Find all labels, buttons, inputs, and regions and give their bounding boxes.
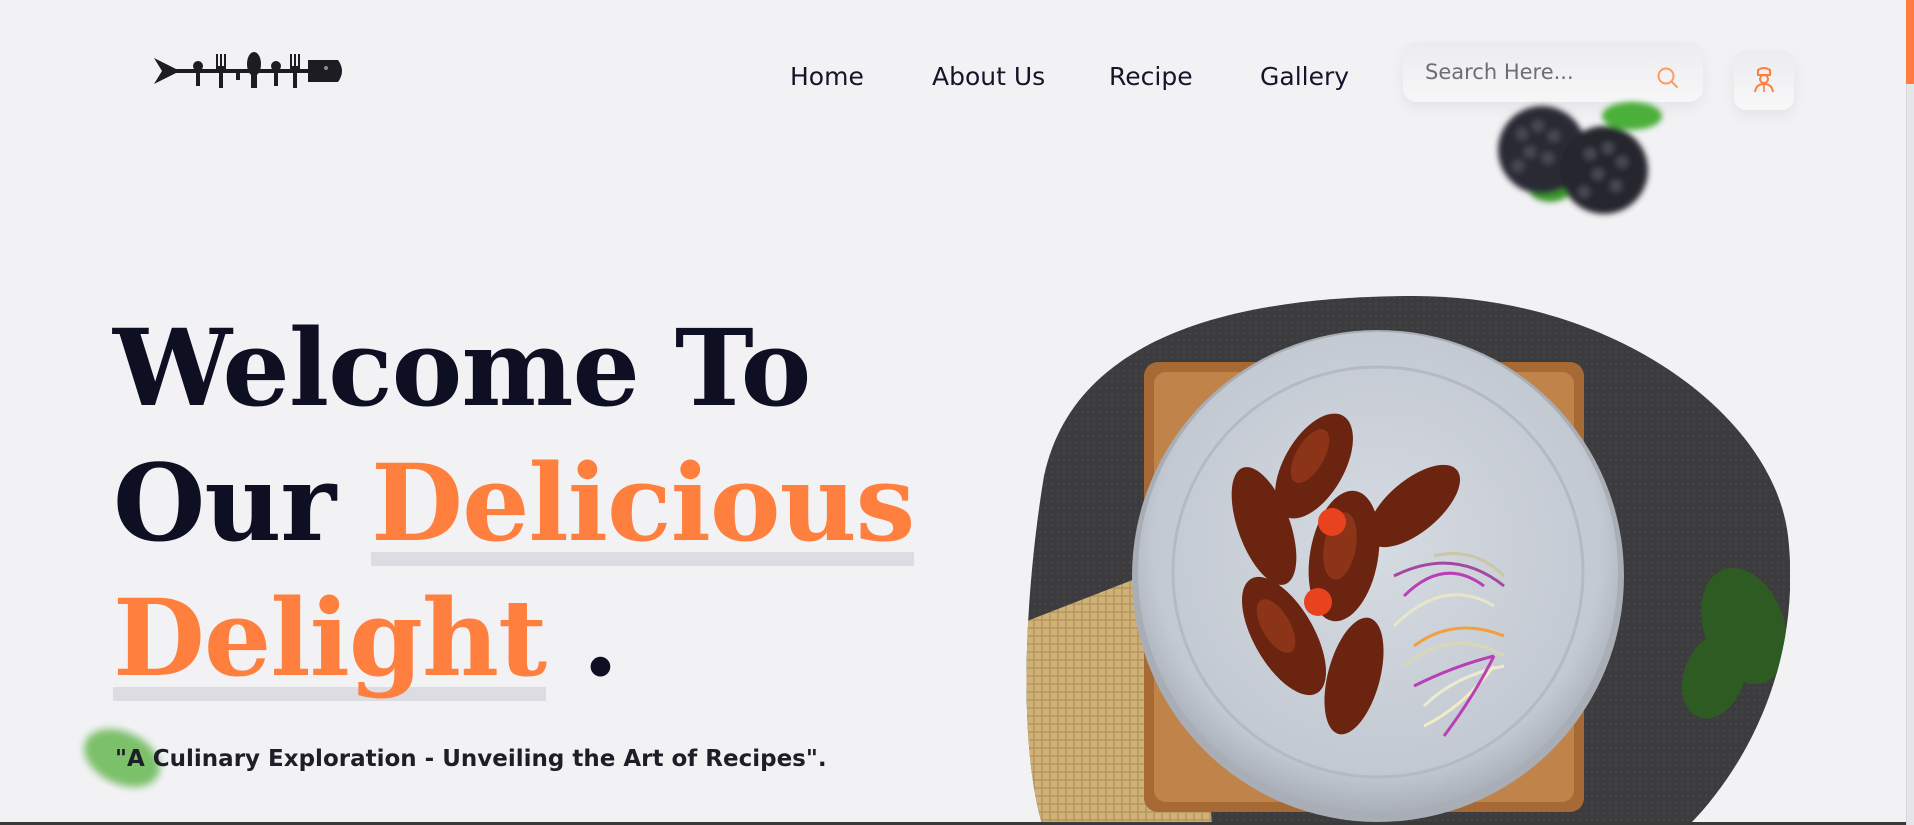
hero-tagline: "A Culinary Exploration - Unveiling the … (115, 746, 827, 772)
hero-accent-delicious: Delicious (371, 435, 915, 570)
hero-accent-delight: Delight (113, 570, 547, 705)
hero-title: Welcome To Our Delicious Delight . (113, 300, 915, 705)
blackberry-decoration-icon (1498, 102, 1662, 214)
hero-line-2: Our Delicious (113, 435, 915, 570)
hero-line-3-suffix: . (546, 575, 619, 700)
hero-line-2-prefix: Our (113, 440, 372, 565)
scrollbar-thumb[interactable] (1906, 0, 1914, 84)
hero-line-3: Delight . (113, 570, 914, 705)
hero-line-1: Welcome To (113, 305, 811, 430)
nav-recipe-link[interactable]: Recipe (1109, 62, 1193, 91)
nav-home-link[interactable]: Home (790, 62, 864, 91)
landing-page: Home About Us Recipe Gallery Search Here… (0, 0, 1906, 825)
search-icon[interactable] (1656, 66, 1680, 90)
search-input[interactable] (1425, 57, 1645, 87)
nav-about-link[interactable]: About Us (932, 62, 1045, 91)
hero-food-image (1026, 296, 1790, 825)
page-scrollbar[interactable] (1906, 0, 1914, 825)
user-account-button[interactable] (1734, 50, 1794, 110)
fish-utensils-logo-icon[interactable] (150, 46, 346, 96)
search-box (1403, 42, 1703, 102)
nav-gallery-link[interactable]: Gallery (1260, 62, 1349, 91)
chef-user-icon (1754, 67, 1774, 93)
